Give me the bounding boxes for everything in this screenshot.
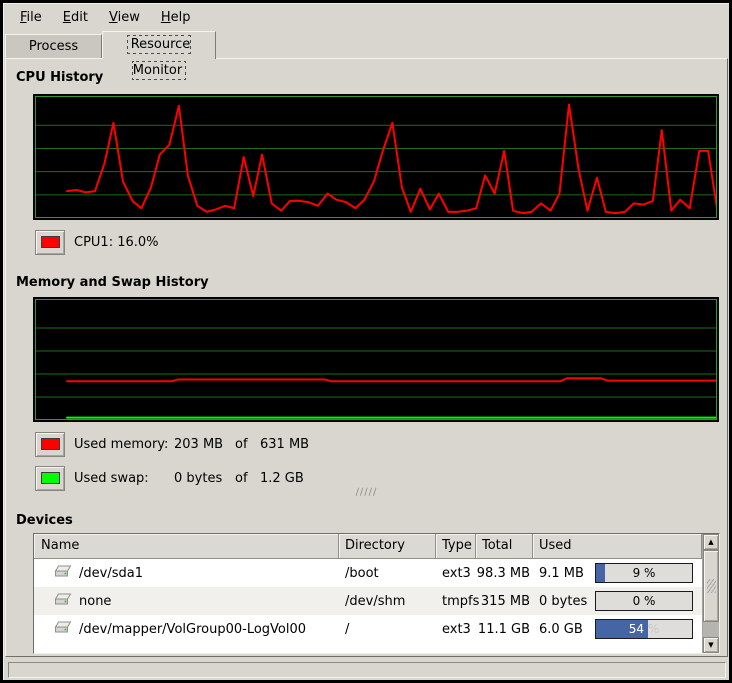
resource-monitor-page: CPU History CPU1: 16.0% Memory and Swap … (5, 58, 728, 657)
device-type: tmpfs (436, 587, 476, 615)
device-name: /dev/sda1 (79, 566, 143, 581)
devices-table: Name Directory Type Total Used /dev/sda1… (33, 533, 720, 654)
usage-progressbar: 54 % 54 % (595, 619, 693, 639)
scroll-down-button[interactable]: ▼ (703, 637, 719, 653)
memory-legend-text: Used memory:203 MBof631 MB (74, 437, 309, 452)
device-name-cell: /dev/sda1 (34, 559, 339, 587)
cpu-color-swatch (41, 236, 60, 248)
cpu-legend-row: CPU1: 16.0% (35, 229, 159, 255)
device-row-none[interactable]: none /dev/shm tmpfs 315 MB 0 bytes 0 % (34, 587, 702, 615)
device-used-cell: 6.0 GB 54 % 54 % (533, 615, 702, 643)
scroll-up-icon: ▲ (708, 538, 713, 546)
column-header-name[interactable]: Name (34, 534, 339, 559)
scroll-down-icon: ▼ (708, 641, 713, 649)
menu-edit-label: Edit (63, 10, 88, 25)
device-type: ext3 (436, 615, 476, 643)
menu-file[interactable]: File (12, 7, 50, 28)
device-name-cell: none (34, 587, 339, 615)
harddisk-icon (54, 593, 72, 610)
tab-process-listing[interactable]: Process Listing (5, 34, 102, 58)
menu-file-label: File (20, 10, 42, 25)
scrollbar-grip-icon (707, 579, 716, 593)
statusbar (8, 662, 726, 678)
tab-resource-monitor-label: Resource Monitor (128, 36, 191, 79)
devices-table-main: Name Directory Type Total Used /dev/sda1… (34, 534, 702, 653)
swap-legend-label: Used swap: (74, 471, 174, 486)
usage-percent-label: 0 % (596, 592, 692, 610)
pane-resize-grip[interactable]: ∕∕∕∕∕ (6, 488, 727, 498)
memory-legend-row: Used memory:203 MBof631 MB (35, 431, 309, 457)
usage-progressbar: 9 % (595, 563, 693, 583)
swap-color-swatch-button[interactable] (35, 466, 65, 491)
memory-used-value: 203 MB (174, 437, 235, 452)
device-used: 0 bytes (539, 594, 587, 609)
device-name: /dev/mapper/VolGroup00-LogVol00 (79, 622, 306, 637)
memory-swap-graph (33, 297, 719, 422)
usage-percent-label: 9 % (596, 564, 692, 582)
harddisk-icon (54, 621, 72, 638)
cpu-color-swatch-button[interactable] (35, 230, 65, 255)
device-type: ext3 (436, 559, 476, 587)
usage-percent-clip: 54 % (596, 620, 648, 638)
devices-scrollbar: ▲ ▼ (702, 534, 719, 653)
swap-used-value: 0 bytes (174, 471, 235, 486)
memory-legend-label: Used memory: (74, 437, 174, 452)
menubar: File Edit View Help (7, 5, 203, 30)
column-header-directory[interactable]: Directory (339, 534, 436, 559)
usage-progressbar: 0 % (595, 591, 693, 611)
column-header-used[interactable]: Used (533, 534, 702, 559)
column-header-type[interactable]: Type (436, 534, 476, 559)
device-directory: /boot (339, 559, 436, 587)
swap-of-label: of (235, 471, 260, 486)
memory-of-label: of (235, 437, 260, 452)
cpu-history-title: CPU History (16, 70, 103, 85)
devices-title: Devices (16, 513, 73, 528)
device-name: none (79, 594, 111, 609)
memory-history-title: Memory and Swap History (16, 275, 209, 290)
device-used: 6.0 GB (539, 622, 583, 637)
devices-table-header: Name Directory Type Total Used (34, 534, 702, 559)
memory-color-swatch (41, 438, 60, 450)
cpu-history-graph (33, 94, 719, 220)
memory-color-swatch-button[interactable] (35, 432, 65, 457)
device-row-volgroup[interactable]: /dev/mapper/VolGroup00-LogVol00 / ext3 1… (34, 615, 702, 643)
menu-edit[interactable]: Edit (55, 7, 96, 28)
scrollbar-track[interactable] (703, 622, 719, 637)
menu-help-label: Help (161, 10, 191, 25)
scrollbar-thumb[interactable] (703, 550, 719, 622)
harddisk-icon (54, 565, 72, 582)
device-total: 98.3 MB (476, 559, 533, 587)
device-total: 315 MB (476, 587, 533, 615)
device-row-sda1[interactable]: /dev/sda1 /boot ext3 98.3 MB 9.1 MB 9 % (34, 559, 702, 587)
usage-percent-label: 54 % (596, 620, 648, 638)
cpu-history-chart (35, 96, 717, 218)
swap-total-value: 1.2 GB (260, 471, 304, 486)
device-used-cell: 0 bytes 0 % (533, 587, 702, 615)
memory-total-value: 631 MB (260, 437, 309, 452)
memory-swap-chart (35, 299, 717, 420)
swap-color-swatch (41, 472, 60, 484)
menu-view[interactable]: View (101, 7, 148, 28)
scroll-up-button[interactable]: ▲ (703, 534, 719, 550)
device-name-cell: /dev/mapper/VolGroup00-LogVol00 (34, 615, 339, 643)
device-used-cell: 9.1 MB 9 % (533, 559, 702, 587)
system-monitor-window: File Edit View Help Process Listing Reso… (3, 3, 729, 680)
column-header-total[interactable]: Total (476, 534, 533, 559)
device-directory: / (339, 615, 436, 643)
device-total: 11.1 GB (476, 615, 533, 643)
tab-resource-monitor[interactable]: Resource Monitor (102, 31, 216, 59)
cpu-legend-label: CPU1: 16.0% (74, 235, 159, 250)
menu-help[interactable]: Help (153, 7, 199, 28)
device-directory: /dev/shm (339, 587, 436, 615)
swap-legend-text: Used swap:0 bytesof1.2 GB (74, 471, 304, 486)
menu-view-label: View (109, 10, 140, 25)
device-used: 9.1 MB (539, 566, 584, 581)
